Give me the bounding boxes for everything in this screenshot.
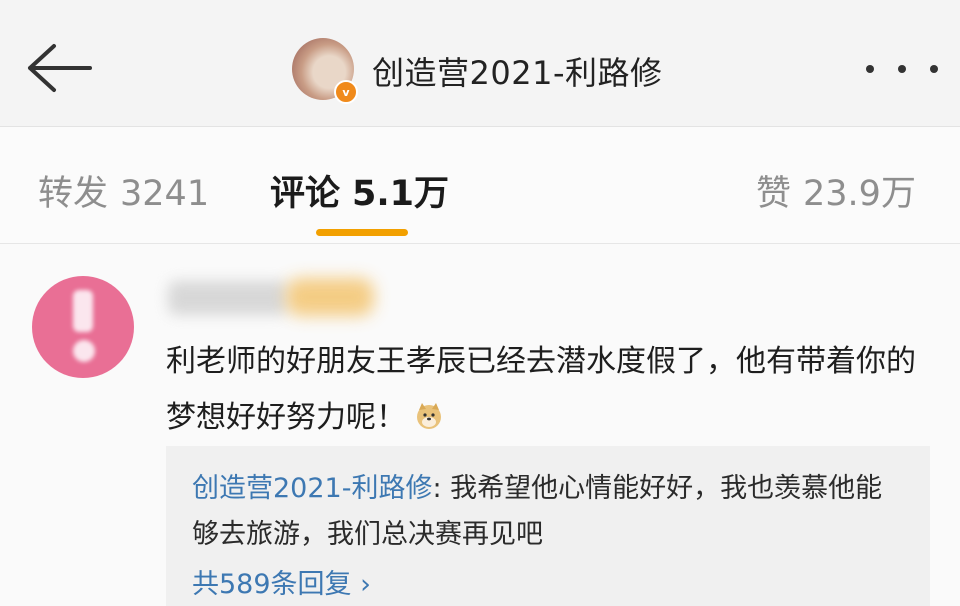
back-arrow-icon xyxy=(28,44,92,92)
comment-text: 利老师的好朋友王孝辰已经去潜水度假了，他有带着你的梦想好好努力呢！ xyxy=(166,344,916,435)
more-dot-icon xyxy=(866,65,874,73)
back-button[interactable] xyxy=(20,36,96,100)
commenter-avatar[interactable] xyxy=(32,276,134,378)
tab-repost-count: 3241 xyxy=(120,174,210,214)
commenter-badge-blurred xyxy=(286,278,374,316)
tab-repost[interactable]: 转发 3241 xyxy=(38,165,209,216)
tab-comments[interactable]: 评论 5.1万 xyxy=(270,165,449,216)
top-bar: v 创造营2021-利路修 xyxy=(0,0,960,127)
more-dot-icon xyxy=(898,65,906,73)
author-avatar[interactable]: v xyxy=(292,38,358,104)
tab-comments-count: 5.1万 xyxy=(352,174,450,214)
view-replies-link[interactable]: 共589条回复 › xyxy=(192,562,371,601)
avatar-exclamation-bar xyxy=(73,290,93,332)
page-title: 创造营2021-利路修 xyxy=(372,54,663,92)
reply-preview: 创造营2021-利路修: 我希望他心情能好好，我也羡慕他能够去旅游，我们总决赛再… xyxy=(192,466,902,558)
tab-likes-label: 赞 xyxy=(756,174,792,214)
active-tab-indicator xyxy=(316,229,408,236)
interaction-tabs: 转发 3241 评论 5.1万 赞 23.9万 xyxy=(0,127,960,244)
reply-separator: : xyxy=(432,473,451,504)
tab-comments-label: 评论 xyxy=(270,174,341,214)
tab-likes[interactable]: 赞 23.9万 xyxy=(756,165,916,216)
comment-body: 利老师的好朋友王孝辰已经去潜水度假了，他有带着你的梦想好好努力呢！ xyxy=(166,334,936,446)
more-options-button[interactable] xyxy=(866,54,938,84)
tab-repost-label: 转发 xyxy=(38,174,109,214)
reply-preview-box[interactable]: 创造营2021-利路修: 我希望他心情能好好，我也羡慕他能够去旅游，我们总决赛再… xyxy=(166,446,930,606)
verified-badge-icon: v xyxy=(334,80,358,104)
avatar-exclamation-dot xyxy=(73,340,95,362)
more-dot-icon xyxy=(930,65,938,73)
doge-emoji-icon xyxy=(417,403,441,429)
tab-likes-count: 23.9万 xyxy=(803,174,916,214)
commenter-username-blurred[interactable] xyxy=(168,281,288,315)
reply-author-link[interactable]: 创造营2021-利路修 xyxy=(192,473,432,504)
